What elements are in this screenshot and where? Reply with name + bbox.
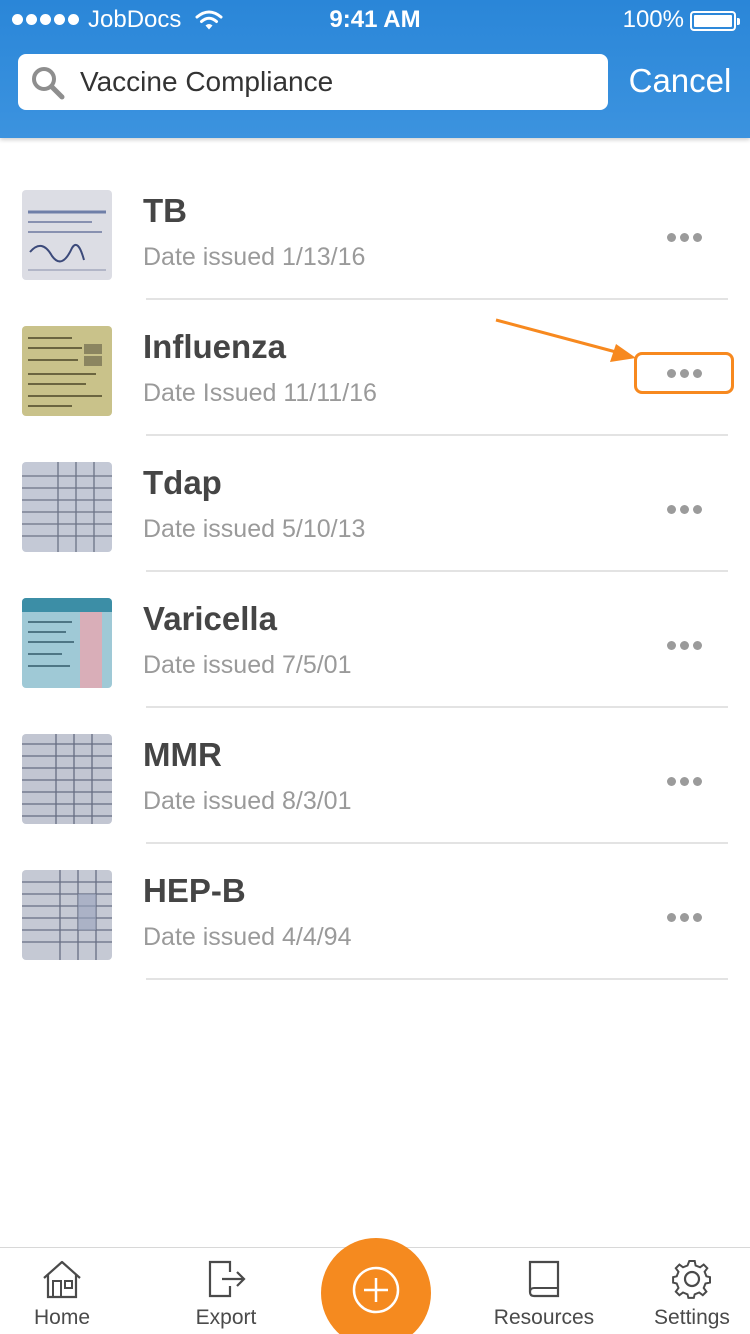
tab-settings[interactable]: Settings xyxy=(648,1248,736,1334)
more-options-button[interactable] xyxy=(634,896,734,938)
annotation-arrow-icon xyxy=(495,318,636,362)
more-options-button[interactable] xyxy=(634,216,734,258)
more-icon xyxy=(666,232,676,242)
document-thumbnail xyxy=(22,190,112,280)
document-thumbnail xyxy=(22,734,112,824)
document-title: HEP-B xyxy=(143,872,246,909)
tab-export[interactable]: Export xyxy=(186,1248,266,1334)
document-title: MMR xyxy=(143,736,222,773)
more-options-button[interactable] xyxy=(634,760,734,802)
search-bar[interactable] xyxy=(18,54,608,110)
tab-resources-label: Resources xyxy=(493,1306,595,1329)
document-date: Date issued 7/5/01 xyxy=(143,651,352,679)
app-header: JobDocs 9:41 AM 100% Cancel xyxy=(0,0,750,138)
document-title: Tdap xyxy=(143,464,222,501)
document-row-tdap[interactable]: Tdap Date issued 5/10/13 xyxy=(0,444,750,580)
tab-resources[interactable]: Resources xyxy=(487,1248,601,1334)
tab-settings-label: Settings xyxy=(654,1306,730,1329)
book-icon xyxy=(528,1260,560,1298)
status-bar: JobDocs 9:41 AM 100% xyxy=(0,0,750,40)
document-row-tb[interactable]: TB Date issued 1/13/16 xyxy=(0,172,750,308)
row-divider xyxy=(146,298,728,300)
add-icon xyxy=(352,1266,400,1314)
search-icon xyxy=(32,67,65,100)
more-options-button[interactable] xyxy=(634,624,734,666)
battery-icon xyxy=(690,11,740,31)
search-input[interactable] xyxy=(80,54,600,110)
document-thumbnail xyxy=(22,326,112,416)
tab-home-label: Home xyxy=(33,1306,91,1329)
gear-icon xyxy=(672,1260,711,1299)
document-list: TB Date issued 1/13/16 Influenza Date Is… xyxy=(0,172,750,988)
document-thumbnail xyxy=(22,462,112,552)
document-row-hep-b[interactable]: HEP-B Date issued 4/4/94 xyxy=(0,852,750,988)
more-options-button[interactable] xyxy=(634,488,734,530)
more-icon xyxy=(666,640,676,650)
more-icon xyxy=(666,776,676,786)
home-icon xyxy=(43,1260,81,1299)
more-icon xyxy=(666,368,676,378)
row-divider xyxy=(146,570,728,572)
cancel-button[interactable]: Cancel xyxy=(616,58,744,104)
document-title: Varicella xyxy=(143,600,277,637)
row-divider xyxy=(146,842,728,844)
document-date: Date Issued 11/11/16 xyxy=(143,379,377,407)
document-thumbnail xyxy=(22,598,112,688)
battery-percent: 100% xyxy=(622,6,684,33)
export-icon xyxy=(208,1260,246,1298)
document-date: Date issued 1/13/16 xyxy=(143,243,366,271)
more-icon xyxy=(666,912,676,922)
document-title: TB xyxy=(143,192,187,229)
document-row-varicella[interactable]: Varicella Date issued 7/5/01 xyxy=(0,580,750,716)
document-row-mmr[interactable]: MMR Date issued 8/3/01 xyxy=(0,716,750,852)
row-divider xyxy=(146,434,728,436)
more-options-button-highlighted[interactable] xyxy=(634,352,734,394)
document-date: Date issued 5/10/13 xyxy=(143,515,366,543)
document-date: Date issued 4/4/94 xyxy=(143,923,352,951)
document-title: Influenza xyxy=(143,328,287,365)
document-date: Date issued 8/3/01 xyxy=(143,787,352,815)
tab-export-label: Export xyxy=(195,1306,257,1329)
more-icon xyxy=(666,504,676,514)
tab-home[interactable]: Home xyxy=(22,1248,102,1334)
row-divider xyxy=(146,978,728,980)
document-thumbnail xyxy=(22,870,112,960)
row-divider xyxy=(146,706,728,708)
